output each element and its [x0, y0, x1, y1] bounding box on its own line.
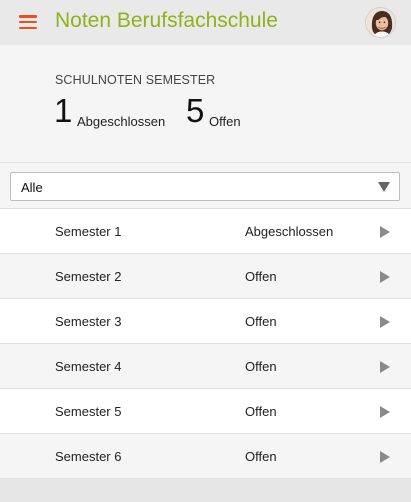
- closed-label: Abgeschlossen: [77, 114, 166, 129]
- semester-name: Semester 1: [55, 224, 122, 239]
- summary-title: SCHULNOTEN SEMESTER: [55, 73, 216, 87]
- app-header: Noten Berufsfachschule: [0, 0, 411, 45]
- open-label: Offen: [209, 114, 241, 129]
- semester-status: Offen: [245, 269, 277, 284]
- semester-status: Offen: [245, 449, 277, 464]
- semester-name: Semester 3: [55, 314, 122, 329]
- semester-summary: SCHULNOTEN SEMESTER 1 Abgeschlossen 5 Of…: [0, 45, 411, 163]
- app-title: Noten Berufsfachschule: [55, 9, 278, 32]
- semester-row[interactable]: Semester 3 Offen: [0, 299, 411, 344]
- status-filter-select[interactable]: Alle: [10, 172, 400, 201]
- chevron-right-icon[interactable]: [380, 406, 390, 418]
- semester-name: Semester 2: [55, 269, 122, 284]
- caret-down-icon: [378, 182, 390, 192]
- chevron-right-icon[interactable]: [380, 271, 390, 283]
- chevron-right-icon[interactable]: [380, 316, 390, 328]
- filter-bar: Alle: [0, 163, 411, 209]
- status-filter-value: Alle: [21, 180, 43, 195]
- bottom-strip: [0, 479, 411, 502]
- semester-name: Semester 5: [55, 404, 122, 419]
- semester-name: Semester 4: [55, 359, 122, 374]
- chevron-right-icon[interactable]: [380, 451, 390, 463]
- chevron-right-icon[interactable]: [380, 361, 390, 373]
- chevron-right-icon[interactable]: [380, 226, 390, 238]
- semester-row[interactable]: Semester 1 Abgeschlossen: [0, 209, 411, 254]
- semester-list: Semester 1 Abgeschlossen Semester 2 Offen Se…: [0, 209, 411, 479]
- hamburger-menu-icon[interactable]: [19, 15, 37, 29]
- semester-status: Abgeschlossen: [245, 224, 334, 239]
- semester-status: Offen: [245, 314, 277, 329]
- semester-name: Semester 6: [55, 449, 122, 464]
- avatar-image: [366, 8, 395, 37]
- semester-status: Offen: [245, 404, 277, 419]
- semester-row[interactable]: Semester 5 Offen: [0, 389, 411, 434]
- semester-row[interactable]: Semester 4 Offen: [0, 344, 411, 389]
- semester-row[interactable]: Semester 2 Offen: [0, 254, 411, 299]
- semester-status: Offen: [245, 359, 277, 374]
- closed-count: 1: [54, 92, 73, 129]
- open-count: 5: [186, 92, 205, 129]
- semester-row[interactable]: Semester 6 Offen: [0, 434, 411, 479]
- user-avatar[interactable]: [365, 7, 396, 38]
